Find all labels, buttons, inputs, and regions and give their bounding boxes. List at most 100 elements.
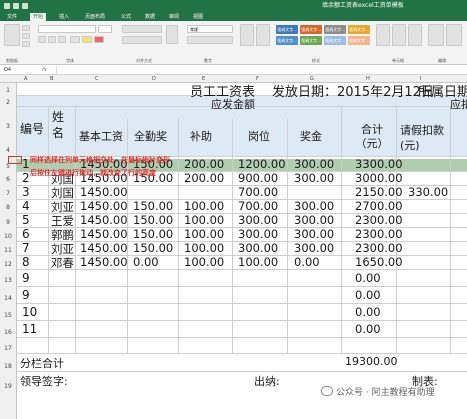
row-header[interactable]: 11 <box>0 247 16 254</box>
row-header[interactable]: 15 <box>0 312 16 319</box>
cell-no[interactable]: 6 <box>22 227 30 241</box>
col-header-f[interactable]: F <box>256 75 259 83</box>
border-icon[interactable] <box>70 36 80 43</box>
row-header[interactable]: 18 <box>0 363 16 370</box>
font-name-select[interactable] <box>38 25 96 33</box>
align-top-buttons[interactable] <box>122 25 162 33</box>
row-header[interactable]: 6 <box>0 176 16 183</box>
wrap-merge-button[interactable] <box>166 25 178 44</box>
cell-style-2[interactable]: 强调文字... <box>300 25 322 34</box>
row-header[interactable]: 4 <box>0 147 16 154</box>
underline-icon[interactable] <box>58 36 66 43</box>
format-painter-icon[interactable] <box>22 41 30 47</box>
cell-no[interactable]: 4 <box>22 199 30 213</box>
name-box[interactable]: O4 <box>4 67 11 73</box>
cell-total[interactable]: 0.00 <box>355 305 381 319</box>
cell-bonus[interactable]: 0.00 <box>294 255 320 269</box>
cell-post[interactable]: 900.00 <box>238 171 278 185</box>
cell-bonus[interactable]: 300.00 <box>294 241 334 255</box>
cell-name[interactable]: 邓春 <box>51 255 75 271</box>
cell-allowance[interactable]: 100.00 <box>184 199 224 213</box>
italic-icon[interactable] <box>48 36 56 43</box>
cell-post[interactable]: 300.00 <box>238 213 278 227</box>
copy-icon[interactable] <box>22 33 30 39</box>
cell-total[interactable]: 1650.00 <box>355 255 403 269</box>
font-size-select[interactable] <box>98 25 112 33</box>
cut-icon[interactable] <box>22 25 30 31</box>
fill-color-icon[interactable] <box>82 36 92 43</box>
cell-base[interactable]: 1450.00 <box>80 213 128 227</box>
cell-allowance[interactable]: 200.00 <box>184 171 224 185</box>
cell-attendance[interactable]: 150.00 <box>133 227 173 241</box>
cell-style-8[interactable]: 强调文字... <box>348 36 370 45</box>
redo-icon[interactable] <box>22 3 28 9</box>
row-header[interactable]: 16 <box>0 329 16 336</box>
cell-allowance[interactable]: 100.00 <box>184 255 224 269</box>
delete-cells-button[interactable] <box>392 24 406 46</box>
cell-allowance[interactable]: 100.00 <box>184 227 224 241</box>
cell-bonus[interactable]: 300.00 <box>294 227 334 241</box>
col-header-b[interactable]: B <box>50 75 53 83</box>
formula-input[interactable] <box>56 66 462 74</box>
cell-base[interactable]: 1450.00 <box>80 255 128 269</box>
row-header[interactable]: 12 <box>0 261 16 268</box>
cell-no[interactable]: 1 <box>22 157 30 171</box>
cell-total[interactable]: 2150.00 <box>355 185 403 199</box>
tab-review[interactable]: 审阅 <box>166 13 182 21</box>
number-format-select[interactable]: 常规 <box>187 25 233 33</box>
cell-attendance[interactable]: 150.00 <box>133 199 173 213</box>
col-header-c[interactable]: C <box>95 75 99 83</box>
quick-access-toolbar[interactable] <box>4 2 40 10</box>
cell-no[interactable]: 2 <box>22 171 30 185</box>
cell-attendance[interactable]: 150.00 <box>133 241 173 255</box>
cell-no[interactable]: 3 <box>22 185 30 199</box>
col-header-d[interactable]: D <box>152 75 156 83</box>
cell-style-3[interactable]: 强调文字... <box>324 25 346 34</box>
row-header[interactable]: 7 <box>0 190 16 197</box>
sum-button[interactable] <box>428 24 444 46</box>
cell-no[interactable]: 11 <box>22 322 37 336</box>
cell-bonus[interactable]: 300.00 <box>294 213 334 227</box>
cell-post[interactable]: 100.00 <box>238 255 278 269</box>
row-header[interactable]: 1 <box>0 87 16 94</box>
row-header[interactable]: 2 <box>0 99 16 106</box>
number-format-buttons[interactable] <box>187 36 233 44</box>
cell-total[interactable]: 2300.00 <box>355 241 403 255</box>
cell-post[interactable]: 1200.00 <box>238 157 286 171</box>
cell-allowance[interactable]: 200.00 <box>184 157 224 171</box>
tab-page-layout[interactable]: 页面布局 <box>82 13 108 21</box>
row-header[interactable]: 14 <box>0 295 16 302</box>
row-header[interactable]: 13 <box>0 277 16 284</box>
cell-bonus[interactable]: 300.00 <box>294 157 334 171</box>
cell-total[interactable]: 0.00 <box>355 271 381 285</box>
cell-base[interactable]: 1450.00 <box>80 227 128 241</box>
cell-no[interactable]: 9 <box>22 288 30 302</box>
cell-style-7[interactable]: 强调文字... <box>324 36 346 45</box>
cell-total[interactable]: 3000.00 <box>355 171 403 185</box>
cell-bonus[interactable]: 300.00 <box>294 199 334 213</box>
cell-style-4[interactable]: 强调文字... <box>348 25 370 34</box>
cell-no[interactable]: 9 <box>22 271 30 285</box>
cell-bonus[interactable]: 300.00 <box>294 171 334 185</box>
cell-total[interactable]: 0.00 <box>355 288 381 302</box>
font-color-icon[interactable] <box>94 36 104 43</box>
cell-post[interactable]: 300.00 <box>238 227 278 241</box>
cell-allowance[interactable]: 100.00 <box>184 213 224 227</box>
row-header[interactable]: 3 <box>0 123 16 130</box>
tab-data[interactable]: 数据 <box>142 13 158 21</box>
insert-cells-button[interactable] <box>376 24 390 46</box>
save-icon[interactable] <box>4 3 10 9</box>
tab-insert[interactable]: 插入 <box>56 13 72 21</box>
tab-file[interactable]: 文件 <box>4 13 20 21</box>
cell-no[interactable]: 8 <box>22 255 30 269</box>
undo-icon[interactable] <box>13 3 19 9</box>
format-as-table-button[interactable] <box>256 24 270 46</box>
cell-attendance[interactable]: 0.00 <box>133 255 159 269</box>
cell-allowance[interactable]: 100.00 <box>184 241 224 255</box>
cell-base[interactable]: 1450.00 <box>80 241 128 255</box>
row-header[interactable]: 17 <box>0 345 16 352</box>
bold-icon[interactable] <box>38 36 46 43</box>
format-cells-button[interactable] <box>408 24 422 46</box>
cell-attendance[interactable]: 150.00 <box>133 213 173 227</box>
cell-no[interactable]: 10 <box>22 305 37 319</box>
